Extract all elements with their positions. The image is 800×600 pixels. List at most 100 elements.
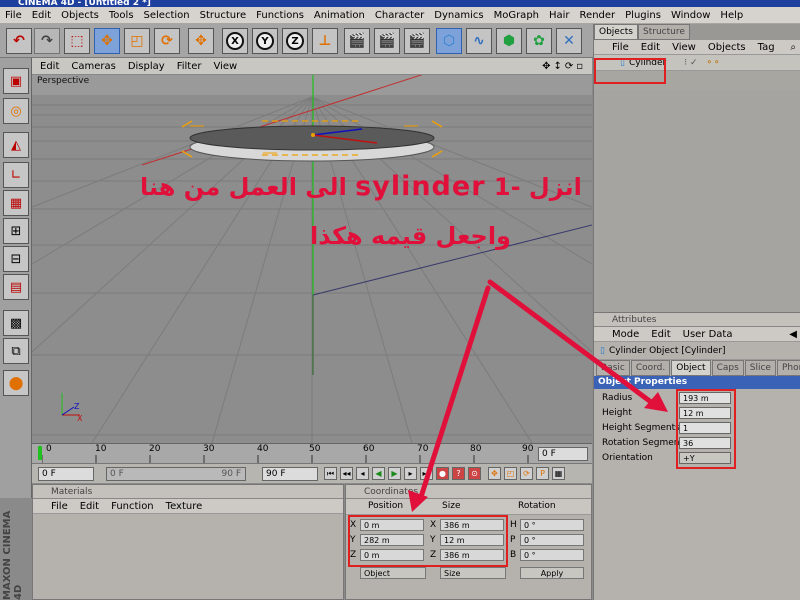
transform-tool-button[interactable]: ✥ — [188, 28, 214, 54]
menu-tools[interactable]: Tools — [104, 10, 139, 21]
menu-character[interactable]: Character — [370, 10, 429, 21]
menu-help[interactable]: Help — [715, 10, 748, 21]
use-uv-tool[interactable]: ⊞ — [3, 218, 29, 244]
use-axis-tool[interactable]: ▤ — [3, 274, 29, 300]
record-button[interactable]: ● — [436, 467, 449, 480]
tab-phong[interactable]: Phong — [776, 360, 800, 376]
materials-menu-function[interactable]: Function — [111, 501, 154, 512]
tab-objects[interactable]: Objects — [594, 24, 639, 40]
menu-file[interactable]: File — [0, 10, 27, 21]
render-picture-viewer-button[interactable]: 🎬 — [374, 28, 400, 54]
z-axis-button[interactable]: Z — [282, 28, 308, 54]
objects-menu-view[interactable]: View — [672, 42, 696, 53]
use-object-tool[interactable]: ◎ — [3, 98, 29, 124]
primitive-cube-button[interactable]: ⬡ — [436, 28, 462, 54]
coordinate-system-button[interactable]: ⊥ — [312, 28, 338, 54]
menu-render[interactable]: Render — [575, 10, 621, 21]
coord-mode-select[interactable]: Object — [360, 567, 426, 579]
scale-tool-button[interactable]: ◰ — [124, 28, 150, 54]
goto-start-button[interactable]: ⏮ — [324, 467, 337, 480]
menu-structure[interactable]: Structure — [195, 10, 252, 21]
playbar-current-frame[interactable]: 0 F — [38, 467, 94, 481]
tab-caps[interactable]: Caps — [711, 360, 744, 376]
rot-h-field[interactable]: 0 ° — [520, 519, 584, 531]
play-backward-button[interactable]: ◀ — [372, 467, 385, 480]
prev-key-button[interactable]: ◂◂ — [340, 467, 353, 480]
spline-button[interactable]: ∿ — [466, 28, 492, 54]
menu-edit[interactable]: Edit — [27, 10, 56, 21]
tab-slice[interactable]: Slice — [744, 360, 776, 376]
menu-selection[interactable]: Selection — [139, 10, 195, 21]
viewport-nav-icons[interactable]: ✥↕⟳▫ — [542, 61, 586, 72]
tab-basic[interactable]: Basic — [596, 360, 630, 376]
back-arrow-icon[interactable]: ◀ — [789, 329, 797, 340]
viewport-menu-edit[interactable]: Edit — [40, 61, 59, 72]
rot-p-field[interactable]: 0 ° — [520, 534, 584, 546]
x-axis-button[interactable]: X — [222, 28, 248, 54]
materials-menu-file[interactable]: File — [51, 501, 68, 512]
key-scale-button[interactable]: ◰ — [504, 467, 517, 480]
perspective-viewport[interactable]: Perspective Z X الى العمل من هنا sylinde… — [32, 75, 592, 443]
viewport-menu-display[interactable]: Display — [128, 61, 165, 72]
objects-menu-file[interactable]: File — [612, 42, 629, 53]
render-settings-button[interactable]: 🎬 — [404, 28, 430, 54]
tab-coord[interactable]: Coord. — [630, 360, 671, 376]
attributes-menu-mode[interactable]: Mode — [612, 329, 639, 340]
workplane-tool[interactable]: ⧉ — [3, 338, 29, 364]
key-position-button[interactable]: ✥ — [488, 467, 501, 480]
attributes-menu-edit[interactable]: Edit — [651, 329, 670, 340]
redo-button[interactable]: ↷ — [34, 28, 60, 54]
move-tool-button[interactable]: ✥ — [94, 28, 120, 54]
playbar-range-slider[interactable]: 0 F 90 F — [106, 467, 246, 481]
key-pla-button[interactable]: ▦ — [552, 467, 565, 480]
size-mode-select[interactable]: Size — [440, 567, 506, 579]
objects-menu-edit[interactable]: Edit — [641, 42, 660, 53]
keyframe-selection-button[interactable]: ⊙ — [468, 467, 481, 480]
rotate-tool-button[interactable]: ⟳ — [154, 28, 180, 54]
live-selection-button[interactable]: ⬚ — [64, 28, 90, 54]
visibility-dots-icon[interactable]: ⁝ ✓ — [684, 58, 697, 68]
apply-button[interactable]: Apply — [520, 567, 584, 579]
render-view-button[interactable]: 🎬 — [344, 28, 370, 54]
timeline-ruler[interactable]: 0 10 20 30 40 50 60 70 80 90 0 F — [32, 443, 592, 463]
use-polygons-tool[interactable]: ▦ — [3, 190, 29, 216]
autokey-button[interactable]: ? — [452, 467, 465, 480]
menu-functions[interactable]: Functions — [251, 10, 309, 21]
use-edges-tool[interactable]: ∟ — [3, 162, 29, 188]
next-frame-button[interactable]: ▸ — [404, 467, 417, 480]
tab-structure[interactable]: Structure — [638, 24, 690, 40]
menu-window[interactable]: Window — [666, 10, 715, 21]
search-icon[interactable]: ⌕ — [790, 42, 796, 53]
deformer-button[interactable]: ✕ — [556, 28, 582, 54]
rot-b-field[interactable]: 0 ° — [520, 549, 584, 561]
menu-plugins[interactable]: Plugins — [620, 10, 666, 21]
enable-snapping-tool[interactable]: ▩ — [3, 310, 29, 336]
menu-hair[interactable]: Hair — [544, 10, 575, 21]
materials-menu-texture[interactable]: Texture — [166, 501, 203, 512]
sculpt-tool[interactable]: ⬤ — [3, 370, 29, 396]
use-texture-tool[interactable]: ⊟ — [3, 246, 29, 272]
undo-button[interactable]: ↶ — [6, 28, 32, 54]
tab-object[interactable]: Object — [671, 360, 711, 376]
tag-icon[interactable]: ⚬⚬ — [705, 58, 720, 68]
objects-menu-tag[interactable]: Tag — [758, 42, 775, 53]
next-key-button[interactable]: ▸▸ — [420, 467, 433, 480]
play-forward-button[interactable]: ▶ — [388, 467, 401, 480]
materials-menu-edit[interactable]: Edit — [80, 501, 99, 512]
menu-mograph[interactable]: MoGraph — [489, 10, 544, 21]
use-points-tool[interactable]: ◭ — [3, 132, 29, 158]
attributes-menu-userdata[interactable]: User Data — [683, 329, 733, 340]
prev-frame-button[interactable]: ◂ — [356, 467, 369, 480]
viewport-menu-filter[interactable]: Filter — [177, 61, 202, 72]
menu-objects[interactable]: Objects — [56, 10, 104, 21]
current-frame-field[interactable]: 0 F — [538, 447, 588, 461]
array-button[interactable]: ✿ — [526, 28, 552, 54]
menu-animation[interactable]: Animation — [309, 10, 370, 21]
viewport-menu-cameras[interactable]: Cameras — [71, 61, 115, 72]
viewport-menu-view[interactable]: View — [213, 61, 237, 72]
objects-list-area[interactable] — [594, 90, 800, 312]
nurbs-button[interactable]: ⬢ — [496, 28, 522, 54]
use-model-tool[interactable]: ▣ — [3, 68, 29, 94]
menu-dynamics[interactable]: Dynamics — [429, 10, 488, 21]
key-rotation-button[interactable]: ⟳ — [520, 467, 533, 480]
